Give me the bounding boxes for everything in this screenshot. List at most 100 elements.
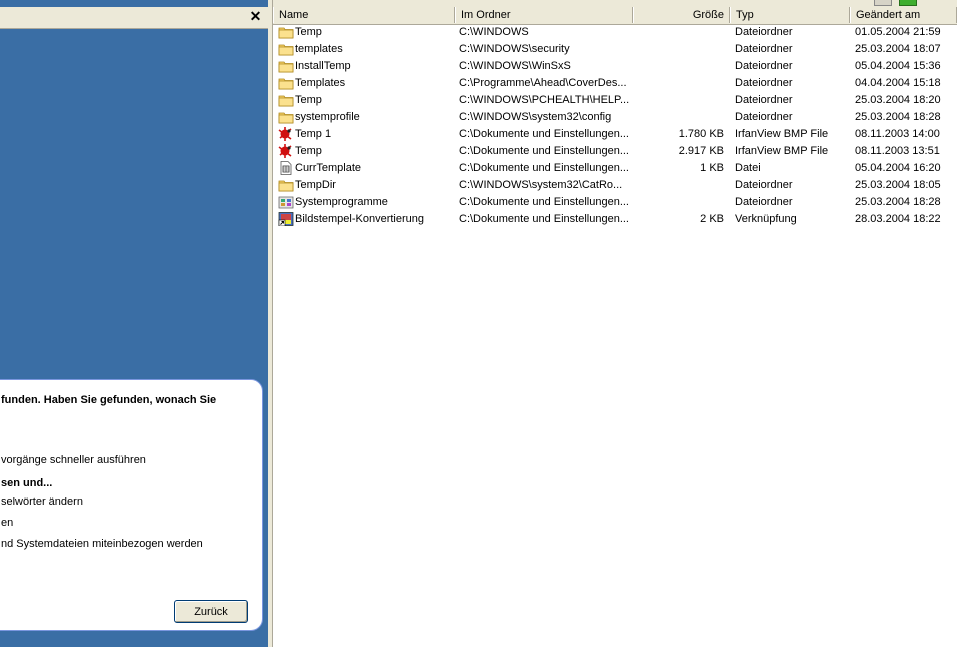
table-row[interactable]: Templates C:\Programme\Ahead\CoverDes... D… — [273, 75, 957, 92]
row-folder: C:\WINDOWS\security — [459, 43, 570, 55]
folder-icon — [278, 25, 294, 42]
row-folder: C:\WINDOWS\system32\CatRo... — [459, 179, 623, 191]
row-size — [635, 24, 724, 41]
row-folder: C:\Dokumente und Einstellungen... — [459, 128, 629, 140]
row-size — [635, 194, 724, 211]
row-name: Temp 1 — [295, 128, 332, 140]
table-row[interactable]: Bildstempel-Konvertierung C:\Dokumente un… — [273, 211, 957, 228]
row-folder: C:\WINDOWS\system32\config — [459, 111, 612, 123]
row-type: Dateiordner — [735, 60, 793, 72]
folder-icon — [278, 178, 294, 195]
folder-icon — [278, 93, 294, 110]
folder-icon — [278, 42, 294, 59]
back-button[interactable]: Zurück — [174, 600, 248, 623]
row-modified: 08.11.2003 14:00 — [855, 128, 940, 140]
table-row[interactable]: templates C:\WINDOWS\security Dateiordner 2… — [273, 41, 957, 58]
row-name: Systemprogramme — [295, 196, 388, 208]
row-name: Temp — [295, 94, 322, 106]
row-name: InstallTemp — [295, 60, 351, 72]
go-icon[interactable] — [899, 0, 917, 6]
row-type: Dateiordner — [735, 77, 793, 89]
row-name: systemprofile — [295, 111, 360, 123]
column-header-type[interactable]: Typ — [730, 7, 850, 23]
row-size: 1 KB — [700, 162, 724, 174]
row-type: Dateiordner — [735, 179, 793, 191]
row-size — [635, 177, 724, 194]
row-name: CurrTemplate — [295, 162, 362, 174]
row-name: templates — [295, 43, 343, 55]
shortcut-icon — [278, 212, 294, 229]
search-companion-pane: ✕ funden. Haben Sie gefunden, wonach Sie… — [0, 0, 268, 647]
table-row[interactable]: systemprofile C:\WINDOWS\system32\config D… — [273, 109, 957, 126]
row-name: Templates — [295, 77, 346, 89]
column-header: Name Im Ordner Größe Typ Geändert am — [273, 7, 957, 25]
row-size — [635, 75, 724, 92]
irfanview-bmp-icon — [278, 144, 294, 161]
table-row[interactable]: Temp C:\WINDOWS\PCHEALTH\HELP... Dateiordn… — [273, 92, 957, 109]
row-folder: C:\Programme\Ahead\CoverDes... — [459, 77, 627, 89]
close-icon[interactable]: ✕ — [248, 9, 263, 24]
row-folder: C:\Dokumente und Einstellungen... — [459, 213, 629, 225]
assistant-question-heading: funden. Haben Sie gefunden, wonach Sie — [1, 394, 217, 406]
row-modified: 25.03.2004 18:07 — [855, 43, 941, 55]
search-assistant-panel: funden. Haben Sie gefunden, wonach Sie v… — [0, 379, 263, 631]
column-header-size[interactable]: Größe — [633, 7, 730, 23]
view-icon[interactable] — [874, 0, 892, 6]
row-folder: C:\WINDOWS\WinSxS — [459, 60, 571, 72]
table-row[interactable]: TempDir C:\WINDOWS\system32\CatRo... Datei… — [273, 177, 957, 194]
table-row[interactable]: InstallTemp C:\WINDOWS\WinSxS Dateiordner 0… — [273, 58, 957, 75]
table-row[interactable]: Temp 1 C:\Dokumente und Einstellungen... 1… — [273, 126, 957, 143]
row-name: Temp — [295, 26, 322, 38]
folder-icon — [278, 110, 294, 127]
column-header-name[interactable]: Name — [273, 7, 455, 23]
column-header-modified[interactable]: Geändert am — [850, 7, 957, 23]
generic-file-icon — [278, 161, 294, 178]
option-search-faster[interactable]: vorgänge schneller ausführen — [1, 454, 146, 466]
option-refine[interactable]: en — [1, 517, 13, 529]
row-modified: 25.03.2004 18:28 — [855, 111, 941, 123]
option-include-system-files[interactable]: nd Systemdateien miteinbezogen werden — [1, 538, 203, 550]
row-type: Dateiordner — [735, 111, 793, 123]
row-size — [635, 41, 724, 58]
table-row[interactable]: CurrTemplate C:\Dokumente und Einstellung… — [273, 160, 957, 177]
row-name: Temp — [295, 145, 322, 157]
assistant-subheading: sen und... — [1, 477, 53, 489]
row-modified: 25.03.2004 18:20 — [855, 94, 941, 106]
row-type: IrfanView BMP File — [735, 128, 829, 140]
row-modified: 04.04.2004 15:18 — [855, 77, 941, 89]
row-modified: 01.05.2004 21:59 — [855, 26, 941, 38]
row-type: Dateiordner — [735, 94, 793, 106]
row-size — [635, 109, 724, 126]
folder-icon — [278, 76, 294, 93]
search-results-pane: Name Im Ordner Größe Typ Geändert am Tem… — [273, 0, 957, 647]
row-modified: 05.04.2004 16:20 — [855, 162, 941, 174]
program-folder-icon — [278, 195, 294, 212]
row-type: Dateiordner — [735, 196, 793, 208]
row-folder: C:\Dokumente und Einstellungen... — [459, 145, 629, 157]
irfanview-bmp-icon — [278, 127, 294, 144]
row-folder: C:\WINDOWS — [459, 26, 529, 38]
toolbar-strip — [273, 0, 957, 7]
row-folder: C:\WINDOWS\PCHEALTH\HELP... — [459, 94, 630, 106]
folder-icon — [278, 59, 294, 76]
row-folder: C:\Dokumente und Einstellungen... — [459, 162, 629, 174]
table-row[interactable]: Systemprogramme C:\Dokumente und Einstell… — [273, 194, 957, 211]
row-type: Dateiordner — [735, 43, 793, 55]
row-type: IrfanView BMP File — [735, 145, 829, 157]
row-type: Datei — [735, 162, 761, 174]
table-row[interactable]: Temp C:\WINDOWS Dateiordner 01.05.2004 21:5… — [273, 24, 957, 41]
row-name: TempDir — [295, 179, 336, 191]
row-modified: 28.03.2004 18:22 — [855, 213, 941, 225]
row-type: Dateiordner — [735, 26, 793, 38]
option-change-keywords[interactable]: selwörter ändern — [1, 496, 83, 508]
row-modified: 25.03.2004 18:28 — [855, 196, 941, 208]
row-size — [635, 58, 724, 75]
row-modified: 08.11.2003 13:51 — [855, 145, 940, 157]
row-name: Bildstempel-Konvertierung — [295, 213, 425, 225]
table-row[interactable]: Temp C:\Dokumente und Einstellungen... 2.9… — [273, 143, 957, 160]
row-size: 2.917 KB — [678, 145, 724, 157]
column-header-folder[interactable]: Im Ordner — [455, 7, 633, 23]
search-pane-titlebar: ✕ — [0, 7, 268, 29]
row-size: 1.780 KB — [678, 128, 724, 140]
row-size — [635, 92, 724, 109]
